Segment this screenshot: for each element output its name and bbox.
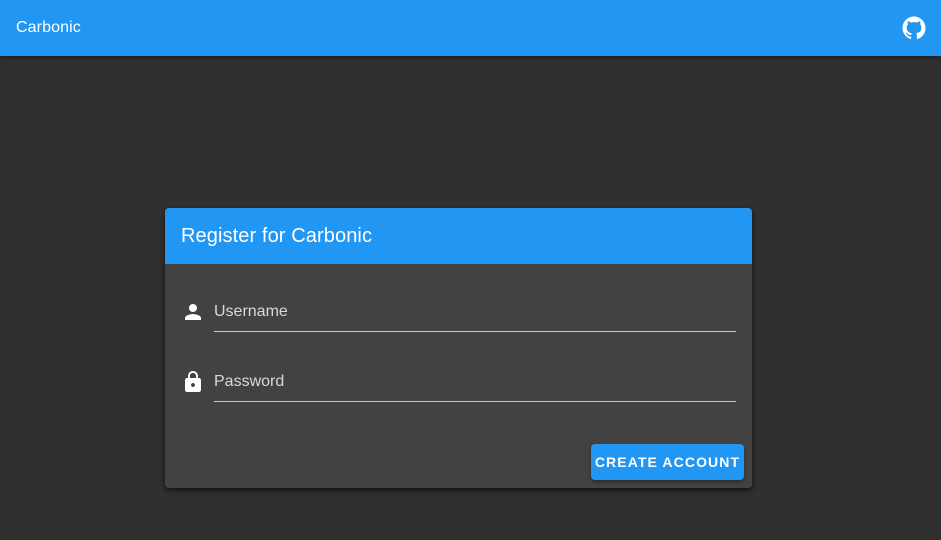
app-bar: Carbonic bbox=[0, 0, 941, 56]
github-link[interactable] bbox=[901, 15, 927, 41]
password-field bbox=[181, 362, 736, 402]
username-input[interactable] bbox=[214, 292, 736, 332]
app-title: Carbonic bbox=[16, 19, 81, 36]
create-account-button[interactable]: CREATE ACCOUNT bbox=[591, 444, 744, 480]
card-header: Register for Carbonic bbox=[165, 208, 752, 264]
card-title: Register for Carbonic bbox=[181, 224, 373, 247]
github-icon bbox=[902, 16, 926, 40]
password-input[interactable] bbox=[214, 362, 736, 402]
person-icon bbox=[181, 300, 205, 324]
register-card: Register for Carbonic CREATE ACCOUNT bbox=[165, 208, 752, 488]
username-field bbox=[181, 292, 736, 332]
lock-icon bbox=[181, 370, 205, 394]
